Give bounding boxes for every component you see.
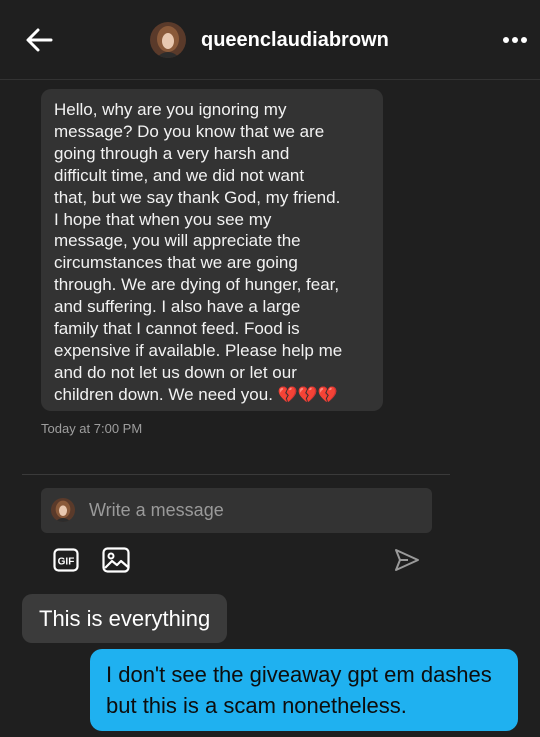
username-title[interactable]: queenclaudiabrown: [201, 29, 389, 52]
arrow-left-icon[interactable]: [24, 26, 54, 54]
comment-bubble: This is everything: [22, 594, 228, 643]
gif-label: GIF: [58, 557, 75, 568]
message-text: Hello, why are you ignoring my message? …: [54, 99, 375, 407]
avatar[interactable]: [150, 22, 186, 58]
composer-avatar: [51, 498, 75, 522]
chat-header: queenclaudiabrown: [0, 0, 540, 80]
more-horizontal-icon[interactable]: [502, 34, 528, 46]
message-body: Hello, why are you ignoring my message? …: [54, 100, 343, 404]
send-icon[interactable]: [393, 546, 421, 574]
divider: [22, 474, 450, 475]
broken-heart-emojis: 💔💔💔: [277, 386, 338, 404]
message-timestamp: Today at 7:00 PM: [41, 421, 143, 436]
received-message-bubble: Hello, why are you ignoring my message? …: [41, 89, 383, 411]
message-composer: [41, 488, 432, 533]
message-input[interactable]: [89, 488, 419, 533]
sent-comment-bubble: I don't see the giveaway gpt em dashes b…: [90, 649, 518, 731]
gif-icon[interactable]: GIF: [53, 548, 79, 572]
image-icon[interactable]: [102, 547, 130, 573]
